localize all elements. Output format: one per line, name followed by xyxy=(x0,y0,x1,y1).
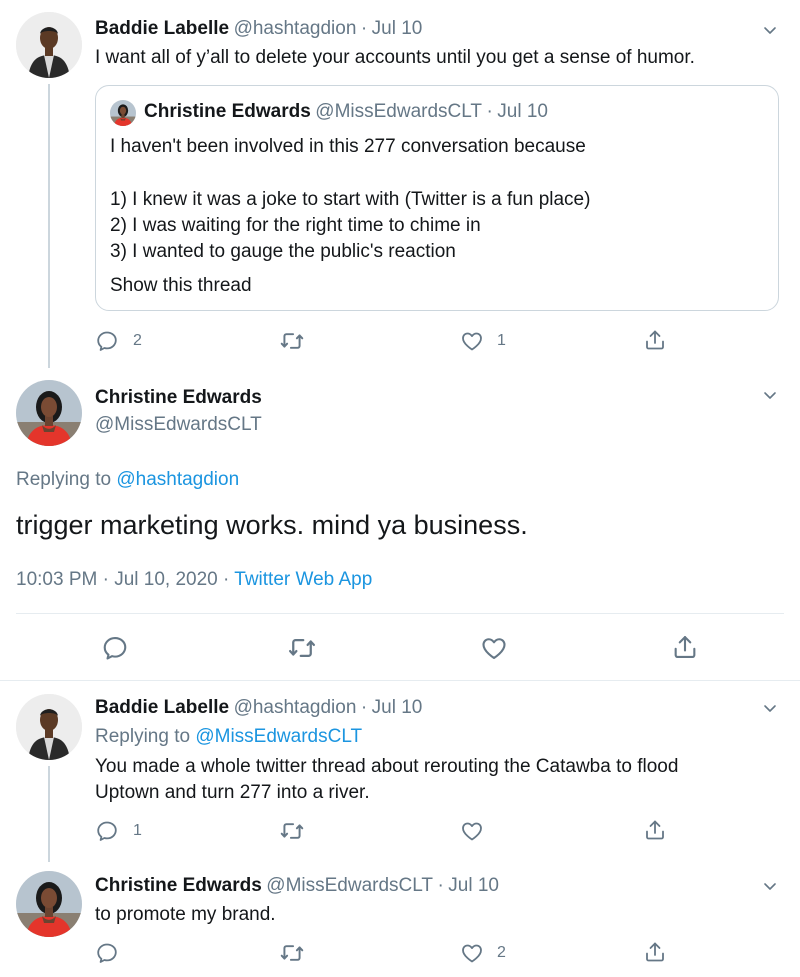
reply-icon[interactable] xyxy=(101,634,129,662)
thread-line xyxy=(48,84,50,368)
divider xyxy=(16,613,784,614)
main-tweet-text: trigger marketing works. mind ya busines… xyxy=(16,510,528,540)
reply-count: 2 xyxy=(133,332,142,349)
like-icon[interactable] xyxy=(460,329,484,353)
avatar[interactable] xyxy=(16,694,82,760)
avatar[interactable] xyxy=(16,380,82,446)
tweet4-header: Christine Edwards @MissEdwardsCLT · Jul … xyxy=(95,875,499,897)
author-handle[interactable]: @MissEdwardsCLT xyxy=(95,414,262,436)
retweet-icon[interactable] xyxy=(287,633,317,663)
like-count: 2 xyxy=(497,944,506,961)
chevron-down-icon[interactable] xyxy=(762,22,778,38)
tweet-timestamp: 10:03 PM · Jul 10, 2020 · Twitter Web Ap… xyxy=(16,569,372,591)
quote-header: Christine Edwards @MissEdwardsCLT · Jul … xyxy=(144,101,548,123)
avatar[interactable] xyxy=(16,871,82,937)
replying-handle-link[interactable]: @hashtagdion xyxy=(116,469,239,490)
replying-handle-link[interactable]: @MissEdwardsCLT xyxy=(195,726,362,747)
author-handle[interactable]: @hashtagdion xyxy=(234,697,357,718)
tweet-date[interactable]: Jul 10 xyxy=(448,875,499,896)
share-icon[interactable] xyxy=(671,633,699,661)
tweet-date[interactable]: Jul 10 xyxy=(372,697,423,718)
like-icon[interactable] xyxy=(460,941,484,965)
retweet-icon[interactable] xyxy=(279,328,305,354)
tweet1-header: Baddie Labelle @hashtagdion · Jul 10 xyxy=(95,18,422,40)
show-thread-link[interactable]: Show this thread xyxy=(110,273,252,299)
quote-date: Jul 10 xyxy=(497,101,548,122)
quote-line: 2) I was waiting for the right time to c… xyxy=(110,215,481,236)
source-link[interactable]: Twitter Web App xyxy=(234,569,372,590)
share-icon[interactable] xyxy=(643,328,667,352)
timestamp-text[interactable]: 10:03 PM · Jul 10, 2020 · xyxy=(16,569,229,590)
quote-line: I haven't been involved in this 277 conv… xyxy=(110,136,586,157)
author-handle[interactable]: @hashtagdion xyxy=(234,18,357,39)
tweet-text: to promote my brand. xyxy=(95,904,276,925)
author-name[interactable]: Baddie Labelle xyxy=(95,18,229,39)
reply-icon[interactable] xyxy=(95,941,119,965)
quote-author-name: Christine Edwards xyxy=(144,101,311,122)
tweet3-header: Baddie Labelle @hashtagdion · Jul 10 xyxy=(95,697,422,719)
separator-dot: · xyxy=(360,697,368,718)
tweet-text: I want all of y’all to delete your accou… xyxy=(95,47,695,68)
quote-line: 3) I wanted to gauge the public's reacti… xyxy=(110,241,456,262)
chevron-down-icon[interactable] xyxy=(762,387,778,403)
retweet-icon[interactable] xyxy=(279,818,305,844)
like-count: 1 xyxy=(497,332,506,349)
chevron-down-icon[interactable] xyxy=(762,700,778,716)
thread-line xyxy=(48,766,50,862)
quote-line: 1) I knew it was a joke to start with (T… xyxy=(110,189,591,210)
replying-prefix: Replying to xyxy=(95,726,191,747)
author-name[interactable]: Christine Edwards xyxy=(95,387,262,409)
separator-dot: · xyxy=(486,101,493,122)
replying-to: Replying to @MissEdwardsCLT xyxy=(95,726,362,748)
tweet-date[interactable]: Jul 10 xyxy=(372,18,423,39)
reply-icon[interactable] xyxy=(95,819,119,843)
quote-author-handle: @MissEdwardsCLT xyxy=(315,101,483,122)
quoted-tweet[interactable]: Christine Edwards @MissEdwardsCLT · Jul … xyxy=(95,85,779,311)
like-icon[interactable] xyxy=(480,634,508,662)
share-icon[interactable] xyxy=(643,940,667,964)
replying-to: Replying to @hashtagdion xyxy=(16,469,239,491)
replying-prefix: Replying to xyxy=(16,469,112,490)
like-icon[interactable] xyxy=(460,819,484,843)
chevron-down-icon[interactable] xyxy=(762,878,778,894)
quote-avatar xyxy=(110,100,136,126)
avatar[interactable] xyxy=(16,12,82,78)
share-icon[interactable] xyxy=(643,818,667,842)
author-name[interactable]: Christine Edwards xyxy=(95,875,262,896)
author-name[interactable]: Baddie Labelle xyxy=(95,697,229,718)
author-handle[interactable]: @MissEdwardsCLT xyxy=(266,875,433,896)
tweet-text-line: You made a whole twitter thread about re… xyxy=(95,756,679,777)
divider xyxy=(0,680,800,681)
tweet-text-line: Uptown and turn 277 into a river. xyxy=(95,782,370,803)
reply-icon[interactable] xyxy=(95,329,119,353)
separator-dot: · xyxy=(437,875,444,896)
reply-count: 1 xyxy=(133,822,142,839)
retweet-icon[interactable] xyxy=(279,940,305,966)
separator-dot: · xyxy=(360,18,368,39)
